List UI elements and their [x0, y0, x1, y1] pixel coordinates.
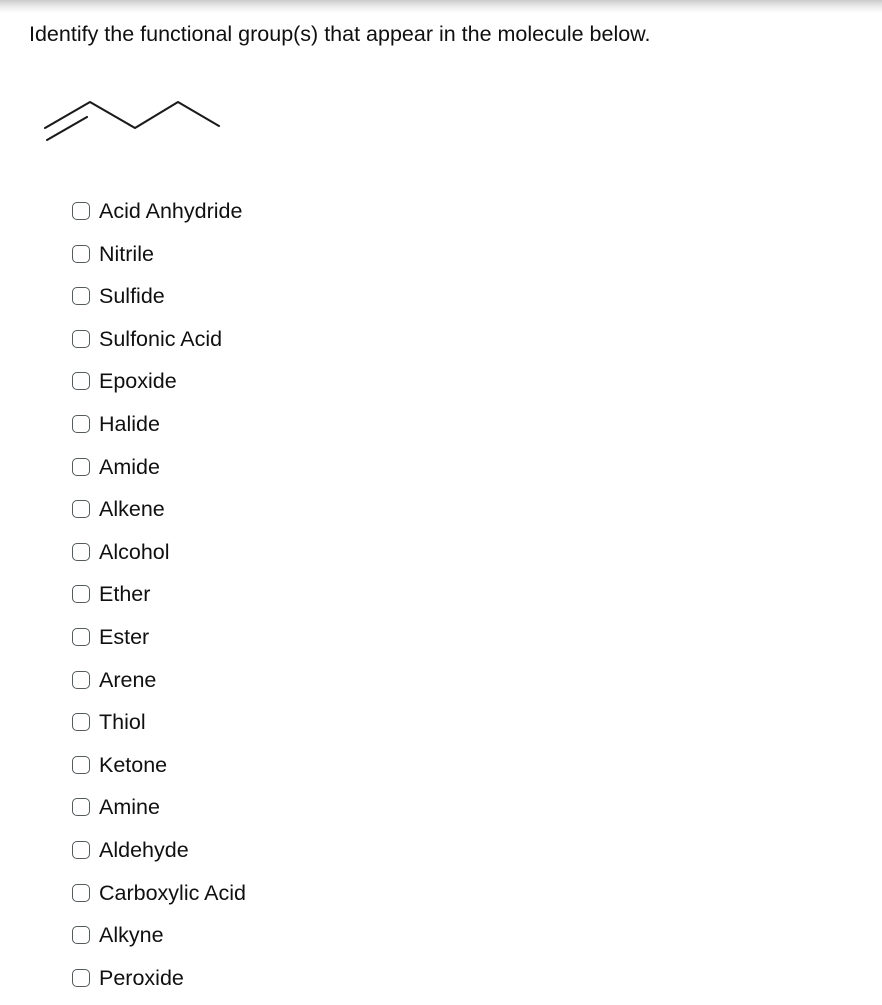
option-label: Alkyne	[99, 923, 164, 948]
option-row-ketone[interactable]: Ketone	[72, 750, 572, 780]
option-label: Nitrile	[99, 241, 154, 266]
option-row-amide[interactable]: Amide	[72, 452, 572, 482]
option-row-sulfonic-acid[interactable]: Sulfonic Acid	[72, 324, 572, 354]
option-label: Alkene	[99, 497, 165, 522]
option-row-acid-anhydride[interactable]: Acid Anhydride	[72, 196, 572, 226]
checkbox-sulfide[interactable]	[72, 287, 90, 306]
checkbox-alkene[interactable]	[72, 500, 90, 519]
option-row-alkyne[interactable]: Alkyne	[72, 920, 572, 950]
checkbox-epoxide[interactable]	[72, 372, 90, 391]
checkbox-ketone[interactable]	[72, 755, 90, 774]
option-label: Alcohol	[99, 539, 170, 564]
option-label: Epoxide	[99, 369, 177, 394]
option-label: Arene	[99, 667, 157, 692]
option-row-carboxylic-acid[interactable]: Carboxylic Acid	[72, 878, 572, 908]
checkbox-aldehyde[interactable]	[72, 840, 90, 859]
option-label: Sulfonic Acid	[99, 326, 223, 351]
checkbox-ester[interactable]	[72, 627, 90, 646]
option-row-alkene[interactable]: Alkene	[72, 494, 572, 524]
option-row-peroxide[interactable]: Peroxide	[72, 963, 572, 993]
option-label: Amine	[99, 795, 160, 820]
page-title: Identify the functional group(s) that ap…	[29, 22, 651, 46]
molecule-structure-image	[30, 88, 290, 148]
skeletal-structure-svg	[43, 100, 221, 142]
checkbox-halide[interactable]	[72, 414, 90, 433]
option-row-aldehyde[interactable]: Aldehyde	[72, 835, 572, 865]
checkbox-ether[interactable]	[72, 585, 90, 604]
functional-group-options-list: Acid Anhydride Nitrile Sulfide Sulfonic …	[72, 196, 572, 1005]
double-bond-inner-line	[45, 115, 89, 142]
option-label: Carboxylic Acid	[99, 880, 246, 905]
option-row-thiol[interactable]: Thiol	[72, 707, 572, 737]
checkbox-amide[interactable]	[72, 457, 90, 476]
checkbox-sulfonic-acid[interactable]	[72, 329, 90, 348]
option-label: Ether	[99, 582, 151, 607]
checkbox-alcohol[interactable]	[72, 542, 90, 561]
option-row-ester[interactable]: Ester	[72, 622, 572, 652]
option-row-halide[interactable]: Halide	[72, 409, 572, 439]
option-row-epoxide[interactable]: Epoxide	[72, 366, 572, 396]
option-row-amine[interactable]: Amine	[72, 792, 572, 822]
checkbox-carboxylic-acid[interactable]	[72, 883, 90, 902]
option-row-alcohol[interactable]: Alcohol	[72, 537, 572, 567]
option-row-nitrile[interactable]: Nitrile	[72, 239, 572, 269]
option-label: Sulfide	[99, 284, 165, 309]
option-label: Acid Anhydride	[99, 199, 243, 223]
checkbox-amine[interactable]	[72, 798, 90, 817]
checkbox-peroxide[interactable]	[72, 968, 90, 987]
checkbox-nitrile[interactable]	[72, 244, 90, 263]
question-page: Identify the functional group(s) that ap…	[0, 0, 882, 1001]
option-row-arene[interactable]: Arene	[72, 665, 572, 695]
option-row-ether[interactable]: Ether	[72, 579, 572, 609]
option-label: Thiol	[99, 710, 146, 735]
option-row-sulfide[interactable]: Sulfide	[72, 281, 572, 311]
checkbox-arene[interactable]	[72, 670, 90, 689]
option-label: Amide	[99, 454, 160, 479]
option-label: Ester	[99, 624, 150, 649]
checkbox-alkyne[interactable]	[72, 926, 90, 945]
carbon-chain-path	[43, 100, 221, 130]
option-label: Peroxide	[99, 965, 184, 990]
checkbox-thiol[interactable]	[72, 713, 90, 732]
option-label: Halide	[99, 411, 160, 436]
checkbox-acid-anhydride[interactable]	[72, 202, 90, 220]
option-label: Aldehyde	[99, 837, 189, 862]
option-label: Ketone	[99, 752, 168, 777]
